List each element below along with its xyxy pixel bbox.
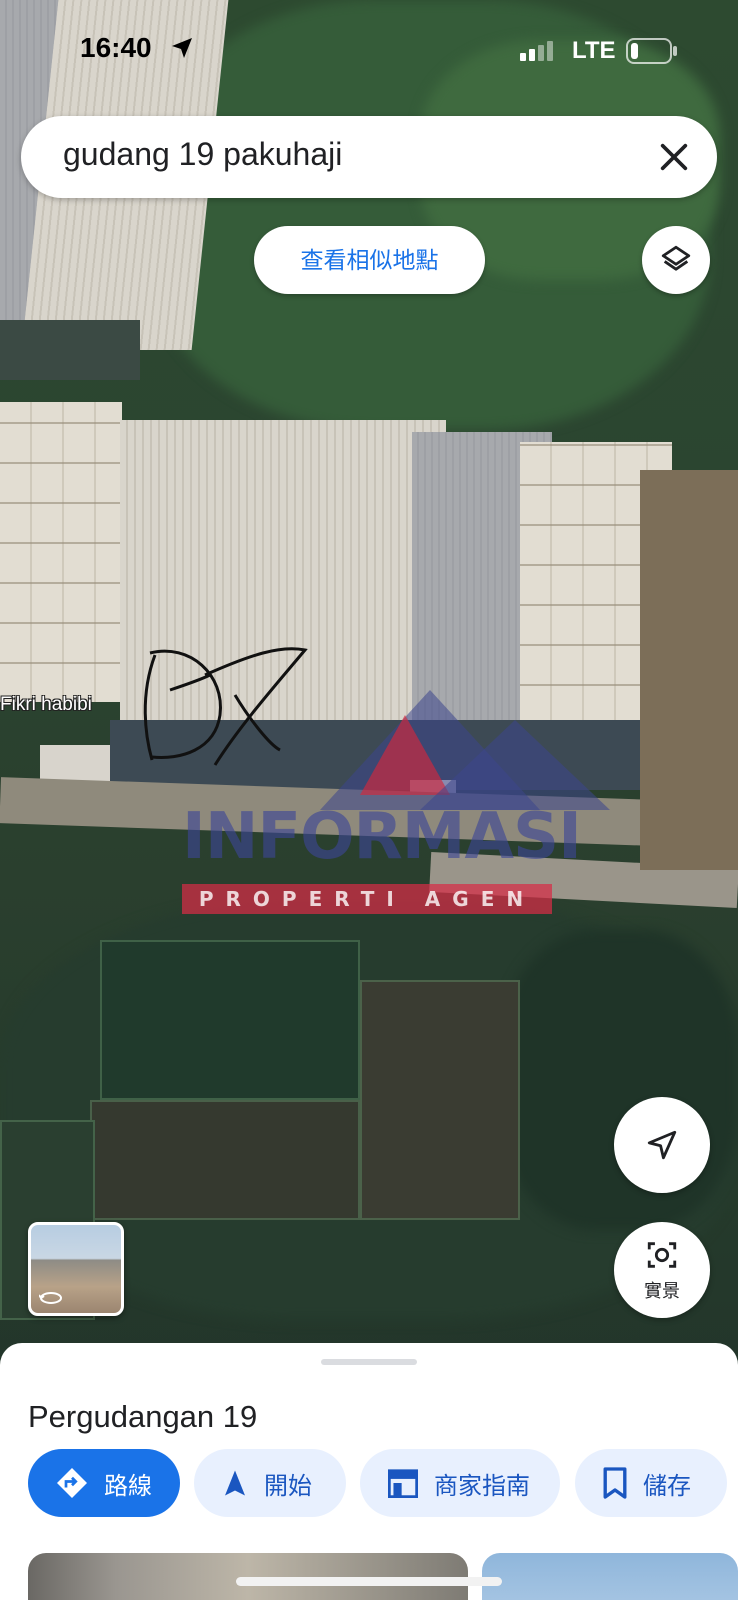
status-bar: 16:40 LTE (0, 0, 738, 100)
my-location-button[interactable] (614, 1097, 710, 1193)
directions-icon (57, 1468, 87, 1498)
save-button[interactable]: 儲存 (575, 1449, 727, 1517)
bookmark-icon (603, 1467, 627, 1499)
save-label: 儲存 (643, 1472, 691, 1500)
drag-handle[interactable] (321, 1359, 417, 1365)
rotate-360-icon (39, 1292, 62, 1304)
location-arrow-icon (172, 38, 192, 58)
field-plot (100, 940, 360, 1100)
watermark-logo-shape (420, 720, 610, 810)
close-icon[interactable] (657, 140, 691, 174)
street-view-thumbnail[interactable] (28, 1222, 124, 1316)
layers-button[interactable] (642, 226, 710, 294)
directory-label: 商家指南 (434, 1472, 530, 1500)
directory-button[interactable]: 商家指南 (360, 1449, 560, 1517)
search-input[interactable]: gudang 19 pakuhaji (63, 136, 342, 173)
storefront-icon (388, 1469, 418, 1498)
directions-button[interactable]: 路線 (28, 1449, 180, 1517)
field-plot (360, 980, 520, 1220)
warehouse-shadow (0, 320, 140, 380)
navigation-icon (225, 1470, 245, 1496)
search-bar[interactable]: gudang 19 pakuhaji (21, 116, 717, 198)
status-time: 16:40 (80, 32, 152, 63)
field-plot (90, 1100, 360, 1220)
vegetation-area (500, 930, 738, 1230)
place-bottom-sheet[interactable]: Pergudangan 19 路線 開始 商家指南 儲存 (0, 1343, 738, 1600)
place-photo[interactable] (482, 1553, 738, 1600)
similar-places-button[interactable]: 查看相似地點 (254, 226, 485, 294)
home-indicator (236, 1577, 502, 1586)
watermark-subtitle: PROPERTI AGEN (182, 884, 552, 914)
signal-icon (520, 41, 553, 61)
live-view-button[interactable]: 實景 (614, 1222, 710, 1318)
live-view-label: 實景 (644, 1281, 680, 1301)
watermark-title: INFORMASI (182, 800, 582, 874)
warehouse-roof (0, 402, 122, 702)
hand-drawn-marking (143, 647, 308, 766)
camera-scan-icon (647, 1242, 677, 1268)
battery-icon (626, 38, 677, 64)
layers-icon (661, 245, 691, 271)
start-label: 開始 (264, 1472, 312, 1500)
navigation-arrow-icon (647, 1130, 677, 1160)
map-user-label: Fikri habibi (0, 694, 92, 715)
start-button[interactable]: 開始 (194, 1449, 346, 1517)
bare-ground (640, 470, 738, 870)
place-title: Pergudangan 19 (28, 1399, 258, 1434)
directions-label: 路線 (104, 1472, 152, 1500)
network-type-label: LTE (572, 37, 616, 64)
